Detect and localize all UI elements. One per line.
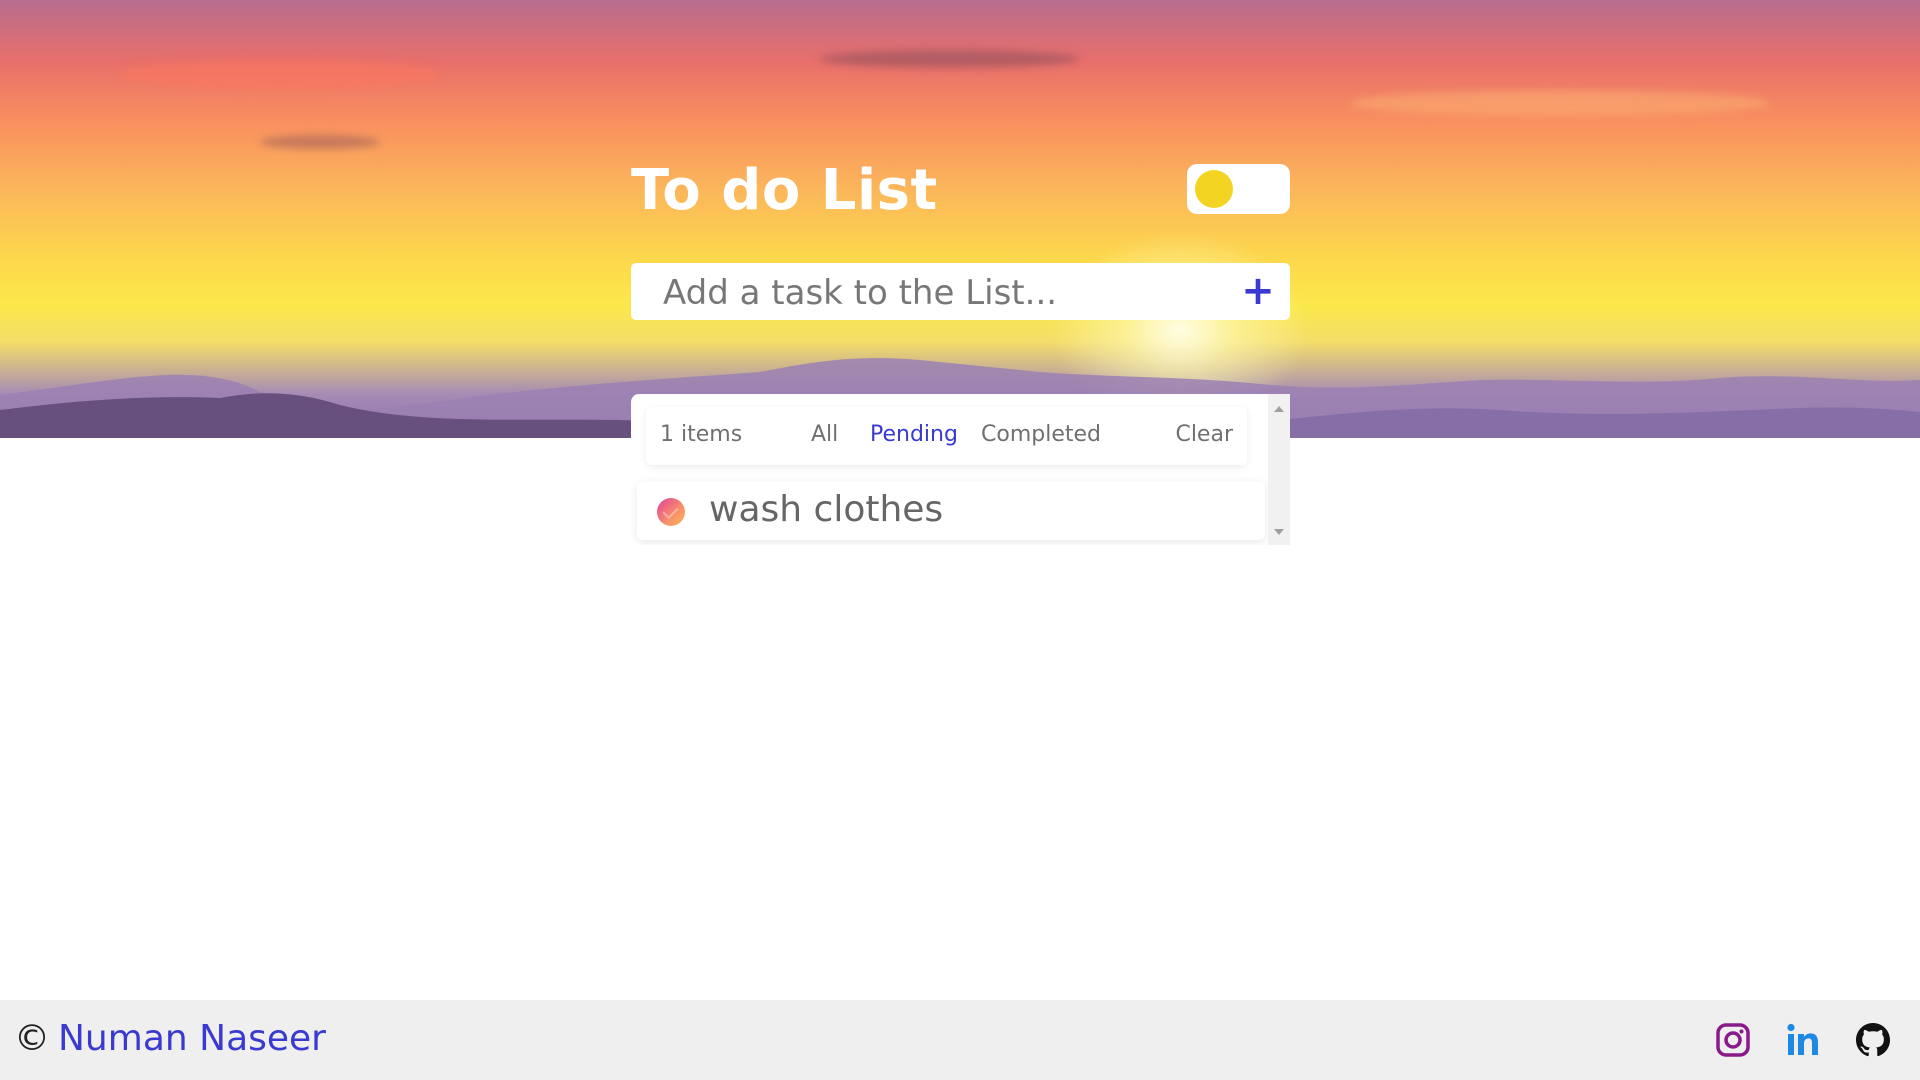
task-input[interactable] [661, 263, 1225, 322]
task-input-bar: + [631, 263, 1290, 322]
github-link[interactable] [1853, 1020, 1893, 1060]
clear-button[interactable]: Clear [1175, 422, 1233, 447]
task-text: wash clothes [709, 489, 944, 530]
toggle-knob-icon [1195, 170, 1233, 208]
author-link[interactable]: Numan Naseer [58, 1018, 326, 1059]
filter-completed[interactable]: Completed [981, 422, 1101, 447]
filter-pending[interactable]: Pending [870, 422, 958, 447]
title-row: To do List [631, 150, 1290, 230]
todo-app: To do List + 1 items All Pending Complet… [631, 150, 1290, 545]
footer: © Numan Naseer [0, 1000, 1920, 1080]
theme-toggle[interactable] [1187, 164, 1290, 214]
items-count: 1 items [660, 422, 743, 447]
complete-checkbox[interactable] [657, 498, 685, 526]
filter-all[interactable]: All [811, 422, 838, 447]
add-task-button[interactable]: + [1238, 271, 1278, 311]
copyright-symbol: © [14, 1018, 50, 1059]
instagram-icon [1716, 1023, 1750, 1057]
linkedin-icon [1787, 1023, 1818, 1055]
scroll-down-icon[interactable] [1274, 529, 1284, 535]
github-icon [1856, 1023, 1890, 1057]
scroll-up-icon[interactable] [1274, 406, 1284, 412]
linkedin-link[interactable] [1783, 1020, 1823, 1060]
list-item: wash clothes [637, 482, 1265, 540]
list-controls: 1 items All Pending Completed Clear [646, 407, 1247, 465]
list-scrollbar[interactable] [1268, 394, 1290, 545]
copyright: © Numan Naseer [14, 1018, 326, 1059]
instagram-link[interactable] [1713, 1020, 1753, 1060]
page-title: To do List [631, 158, 938, 223]
plus-icon: + [1241, 268, 1275, 314]
todo-list-card: 1 items All Pending Completed Clear wash… [631, 394, 1290, 545]
